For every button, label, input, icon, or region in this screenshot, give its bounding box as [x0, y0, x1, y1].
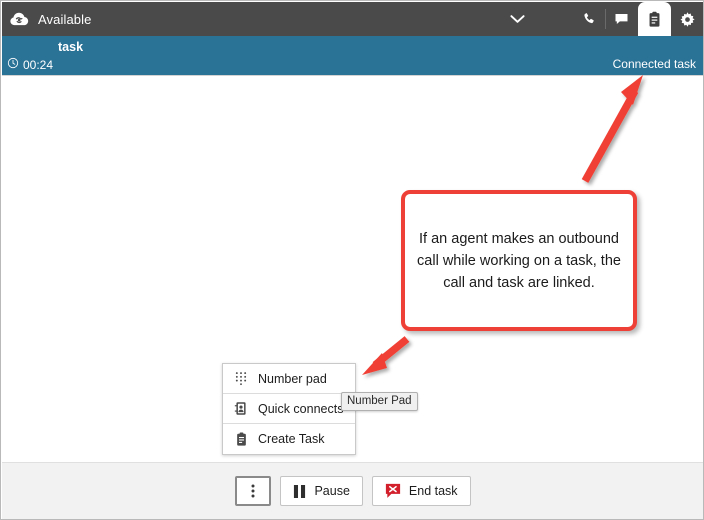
annotation-callout-text: If an agent makes an outbound call while… — [417, 228, 621, 294]
menu-item-create-task[interactable]: Create Task — [223, 424, 355, 454]
task-timer-value: 00:24 — [23, 58, 53, 72]
menu-item-label: Quick connects — [258, 402, 343, 416]
annotation-callout-box: If an agent makes an outbound call while… — [401, 190, 637, 331]
end-task-button-label: End task — [409, 484, 458, 498]
task-state-label: Connected task — [613, 57, 696, 71]
menu-item-label: Create Task — [258, 432, 324, 446]
menu-item-quick-connects[interactable]: Quick connects — [223, 394, 355, 424]
kebab-vertical-icon — [251, 483, 255, 499]
contact-actions-toolbar: Pause End task — [2, 462, 704, 519]
amazon-connect-cloud-icon — [2, 2, 36, 36]
end-task-button[interactable]: End task — [372, 476, 471, 506]
dialpad-icon — [233, 371, 249, 387]
menu-item-label: Number pad — [258, 372, 327, 386]
task-contact-banner[interactable]: task 00:24 Connected task — [2, 36, 704, 76]
more-options-button[interactable] — [235, 476, 271, 506]
address-book-icon — [233, 401, 249, 417]
quick-actions-menu: Number pad Quick connects — [222, 363, 356, 455]
pause-button[interactable]: Pause — [280, 476, 362, 506]
task-timer: 00:24 — [7, 57, 53, 72]
header-icon-group — [572, 2, 704, 36]
number-pad-tooltip: Number Pad — [341, 392, 418, 411]
amazon-connect-ccp-window: Available — [0, 0, 704, 520]
agent-status-label: Available — [38, 12, 91, 27]
task-title: task — [58, 40, 83, 54]
gear-settings-icon[interactable] — [671, 2, 704, 36]
clipboard-task-icon[interactable] — [638, 2, 671, 36]
header-bar: Available — [2, 2, 704, 36]
clipboard-icon — [233, 431, 249, 447]
pause-button-label: Pause — [314, 484, 349, 498]
chat-bubble-icon[interactable] — [605, 2, 638, 36]
end-task-red-icon — [385, 483, 401, 499]
phone-icon[interactable] — [572, 2, 605, 36]
pause-icon — [293, 484, 306, 499]
chevron-down-icon[interactable] — [494, 2, 540, 36]
clock-icon — [7, 57, 19, 72]
menu-item-number-pad[interactable]: Number pad — [223, 364, 355, 394]
